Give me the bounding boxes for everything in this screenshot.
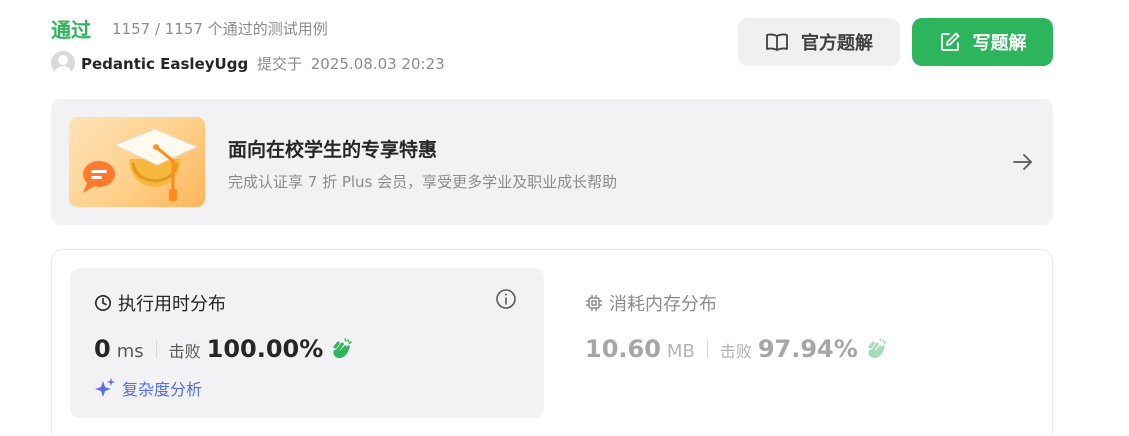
chip-icon [585,294,603,312]
clap-icon [333,338,353,359]
memory-percent: 97.94% [757,335,858,363]
runtime-percent: 100.00% [206,335,324,363]
official-solution-label: 官方题解 [801,33,873,54]
write-solution-label: 写题解 [972,33,1027,54]
tests-passed-count: 1157 / 1157 个通过的测试用例 [112,20,328,38]
write-solution-button[interactable]: 写题解 [912,18,1053,66]
clap-icon [867,338,887,359]
runtime-unit: ms [116,341,144,362]
runtime-title: 执行用时分布 [94,290,226,316]
edit-icon [940,32,959,51]
complexity-label: 复杂度分析 [122,380,203,399]
username-link[interactable]: Pedantic EasleyUgg [81,55,248,73]
metric-divider [155,340,157,358]
info-icon[interactable] [495,288,517,310]
book-icon [766,33,788,51]
runtime-beat-label: 击败 [168,342,201,361]
memory-panel[interactable]: 消耗内存分布 10.60 MB 击败 97.94% [585,268,1025,418]
promo-subtitle: 完成认证享 7 折 Plus 会员，享受更多学业及职业成长帮助 [228,173,618,191]
graduation-cap-icon [69,117,205,207]
submit-time: 2025.08.03 20:23 [310,55,445,73]
memory-unit: MB [666,341,695,362]
official-solution-button[interactable]: 官方题解 [738,18,900,66]
arrow-right-icon[interactable] [1011,150,1035,174]
performance-card: 执行用时分布 0 ms 击败 100.00% 复杂度分析 消耗内存分布 10.6… [51,249,1053,436]
runtime-metric: 0 ms 击败 100.00% [94,335,353,363]
status-title: 通过 [51,18,91,42]
runtime-panel[interactable]: 执行用时分布 0 ms 击败 100.00% 复杂度分析 [70,268,544,418]
memory-metric: 10.60 MB 击败 97.94% [585,335,888,363]
clock-icon [95,295,111,311]
student-promo-banner[interactable]: 面向在校学生的专享特惠 完成认证享 7 折 Plus 会员，享受更多学业及职业成… [51,99,1053,225]
memory-beat-label: 击败 [719,342,752,361]
submission-user-line: Pedantic EasleyUgg 提交于 2025.08.03 20:23 [81,53,445,74]
memory-value: 10.60 [585,335,661,363]
avatar[interactable] [51,51,75,75]
runtime-value: 0 [94,335,111,363]
submit-prefix: 提交于 [256,55,302,73]
complexity-analysis-link[interactable]: 复杂度分析 [94,376,202,400]
metric-divider [706,340,708,358]
runtime-title-label: 执行用时分布 [118,294,226,315]
memory-title: 消耗内存分布 [585,290,717,316]
memory-title-label: 消耗内存分布 [609,294,717,315]
promo-title: 面向在校学生的专享特惠 [228,139,438,161]
sparkle-icon [95,378,115,397]
